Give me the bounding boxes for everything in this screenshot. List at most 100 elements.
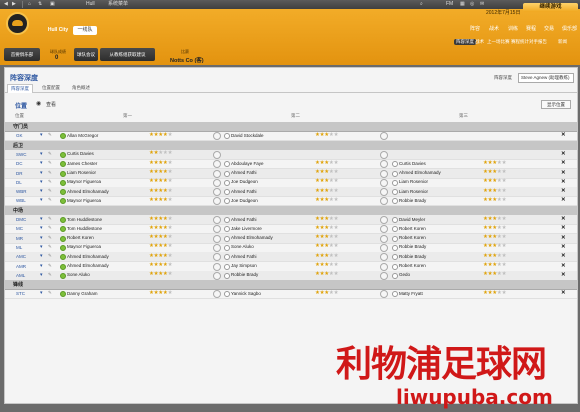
remove-icon[interactable]: ✕: [561, 160, 566, 166]
dropdown-arrow-icon[interactable]: ▾: [40, 132, 43, 138]
player-name[interactable]: Robbie Brady: [399, 254, 426, 259]
show-positions-button[interactable]: 显示位置: [541, 100, 571, 109]
dropdown-arrow-icon[interactable]: ▾: [40, 244, 43, 250]
edit-icon[interactable]: ✎: [48, 160, 52, 166]
edit-icon[interactable]: ✎: [48, 170, 52, 176]
edit-icon[interactable]: ✎: [48, 235, 52, 241]
role-duty-button[interactable]: [213, 253, 221, 262]
remove-icon[interactable]: ✕: [561, 197, 566, 203]
position-code[interactable]: ML: [16, 245, 22, 250]
forward-icon[interactable]: ▶: [12, 1, 16, 8]
role-duty-button[interactable]: [380, 234, 388, 243]
coach-advice-button[interactable]: 从教练组获取建议: [100, 48, 155, 61]
player-name[interactable]: Joe Dudgeon: [231, 179, 258, 184]
squad-select[interactable]: 一线队: [73, 26, 97, 35]
position-code[interactable]: SWC: [16, 152, 27, 157]
nav-club[interactable]: 俱乐部: [562, 25, 577, 32]
remove-icon[interactable]: ✕: [561, 263, 566, 269]
role-duty-button[interactable]: [380, 216, 388, 224]
role-duty-button[interactable]: [380, 197, 388, 206]
remove-icon[interactable]: ✕: [561, 253, 566, 259]
role-duty-button[interactable]: [213, 234, 221, 243]
player-name[interactable]: David Meyler: [399, 217, 425, 222]
role-duty-button[interactable]: [213, 169, 221, 178]
role-duty-button[interactable]: [380, 262, 388, 271]
player-name[interactable]: Robert Koren: [399, 235, 426, 240]
player-name[interactable]: Sone Aluko: [67, 272, 90, 277]
edit-icon[interactable]: ✎: [48, 253, 52, 259]
role-duty-button[interactable]: [213, 262, 221, 271]
edit-icon[interactable]: ✎: [48, 290, 52, 296]
continue-button[interactable]: 继续游戏: [523, 3, 578, 12]
player-name[interactable]: Ahmed Elmohamady: [67, 254, 109, 259]
remove-icon[interactable]: ✕: [561, 216, 566, 222]
main-club-button[interactable]: 首要俱乐部: [4, 48, 40, 61]
nav-squad[interactable]: 阵容: [470, 25, 480, 32]
nav-training[interactable]: 训练: [508, 25, 518, 32]
player-name[interactable]: Allan McGregor: [67, 133, 98, 138]
player-name[interactable]: Ahmed Elmohamady: [399, 170, 441, 175]
edit-icon[interactable]: ✎: [48, 179, 52, 185]
player-name[interactable]: Ahmed Fathi: [231, 217, 257, 222]
role-duty-button[interactable]: [213, 132, 221, 141]
subnav-tactics[interactable]: 战术: [475, 39, 484, 45]
player-name[interactable]: Yannick Sagbo: [231, 291, 261, 296]
player-name[interactable]: Robert Koren: [399, 226, 426, 231]
dropdown-arrow-icon[interactable]: ▾: [40, 179, 43, 185]
dropdown-arrow-icon[interactable]: ▾: [40, 272, 43, 278]
position-code[interactable]: MR: [16, 236, 23, 241]
player-name[interactable]: Liam Rosenior: [399, 189, 428, 194]
tab-role-overview[interactable]: 角色概述: [69, 84, 93, 92]
player-name[interactable]: Maynor Figueroa: [67, 244, 101, 249]
role-duty-button[interactable]: [380, 178, 388, 187]
position-code[interactable]: AML: [16, 273, 25, 278]
remove-icon[interactable]: ✕: [561, 235, 566, 241]
edit-icon[interactable]: ✎: [48, 244, 52, 250]
player-name[interactable]: James Chester: [67, 161, 97, 166]
role-duty-button[interactable]: [380, 188, 388, 197]
calendar-icon[interactable]: ▦: [460, 1, 465, 8]
shirt-icon[interactable]: ▣: [50, 1, 55, 8]
back-icon[interactable]: ◀: [4, 1, 8, 8]
dropdown-arrow-icon[interactable]: ▾: [40, 263, 43, 269]
dropdown-arrow-icon[interactable]: ▾: [40, 197, 43, 203]
dropdown-arrow-icon[interactable]: ▾: [40, 290, 43, 296]
position-code[interactable]: DR: [16, 171, 23, 176]
player-name[interactable]: Curtis Davies: [399, 161, 426, 166]
player-name[interactable]: Ahmed Fathi: [231, 189, 257, 194]
player-name[interactable]: Maynor Figueroa: [67, 179, 101, 184]
player-name[interactable]: Curtis Davies: [67, 151, 94, 156]
mail-icon[interactable]: ✉: [480, 1, 484, 8]
position-code[interactable]: DC: [16, 161, 23, 166]
role-duty-button[interactable]: [380, 290, 388, 299]
fm-menu[interactable]: FM: [446, 1, 453, 8]
player-name[interactable]: Liam Rosenior: [67, 170, 96, 175]
role-duty-button[interactable]: [380, 253, 388, 262]
remove-icon[interactable]: ✕: [561, 244, 566, 250]
home-icon[interactable]: ⌂: [28, 1, 31, 8]
remove-icon[interactable]: ✕: [561, 179, 566, 185]
player-name[interactable]: Sone Aluko: [231, 244, 254, 249]
role-duty-button[interactable]: [380, 169, 388, 178]
position-code[interactable]: MC: [16, 226, 23, 231]
dropdown-arrow-icon[interactable]: ▾: [40, 160, 43, 166]
tab-depth[interactable]: 阵容深度: [7, 84, 33, 93]
search-icon[interactable]: ⌕: [420, 1, 423, 8]
edit-icon[interactable]: ✎: [48, 132, 52, 138]
player-name[interactable]: Jay Simpson: [231, 263, 257, 268]
player-name[interactable]: Maynor Figueroa: [67, 198, 101, 203]
subnav-news[interactable]: 新闻: [558, 39, 567, 45]
view-menu[interactable]: 查看: [46, 101, 56, 108]
edit-icon[interactable]: ✎: [48, 216, 52, 222]
dropdown-arrow-icon[interactable]: ▾: [40, 151, 43, 157]
player-name[interactable]: Jake Livermore: [231, 226, 262, 231]
remove-icon[interactable]: ✕: [561, 132, 566, 138]
eye-icon[interactable]: ◉: [36, 100, 41, 107]
team-meeting-button[interactable]: 球队会议: [74, 48, 98, 61]
subnav-last-match[interactable]: 上一场比赛: [487, 39, 510, 45]
role-duty-button[interactable]: [380, 271, 388, 280]
player-name[interactable]: Abdoulaye Faye: [231, 161, 264, 166]
role-duty-button[interactable]: [213, 225, 221, 234]
remove-icon[interactable]: ✕: [561, 151, 566, 157]
role-duty-button[interactable]: [213, 243, 221, 252]
